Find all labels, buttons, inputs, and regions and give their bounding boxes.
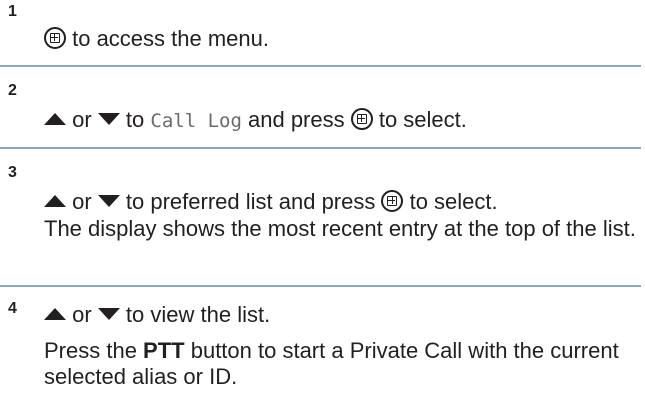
connector-or: or: [66, 107, 98, 132]
up-arrow-icon: [44, 113, 66, 125]
connector-to-preferred: to preferred list and press: [119, 189, 382, 214]
step-4-number: 4: [8, 300, 17, 317]
menu-ok-button-icon: [350, 108, 373, 130]
down-arrow-icon: [97, 113, 120, 125]
step-1-number: 1: [8, 3, 17, 20]
menu-ok-button-icon: [44, 27, 66, 49]
step-1-instruction: to access the menu.: [66, 26, 269, 51]
connector-to: to: [119, 107, 151, 132]
step-3-to-select: to select.: [403, 189, 498, 214]
up-arrow-icon: [44, 308, 66, 320]
connector-and-press: and press: [241, 107, 351, 132]
step-4-view-list: to view the list.: [119, 302, 271, 327]
step-2-to-select: to select.: [372, 107, 467, 132]
step-divider: [0, 147, 641, 149]
down-arrow-icon: [97, 195, 120, 207]
step-divider: [0, 285, 641, 287]
step-3-description: The display shows the most recent entry …: [44, 216, 636, 241]
connector-or: or: [66, 302, 98, 327]
step-4-text: or to view the list.: [44, 302, 270, 328]
menu-ok-button-icon: [381, 190, 404, 212]
step-3-text: or to preferred list and press to select…: [44, 189, 498, 215]
press-prefix: Press the: [44, 338, 144, 363]
connector-or: or: [66, 189, 98, 214]
step-1-text: to access the menu.: [44, 26, 269, 52]
down-arrow-icon: [97, 308, 120, 320]
step-2-number: 2: [8, 82, 17, 99]
up-arrow-icon: [44, 195, 66, 207]
step-4-ptt-instruction: Press the PTT button to start a Private …: [44, 338, 642, 390]
step-divider: [0, 65, 641, 67]
ptt-button-label: PTT: [143, 338, 185, 363]
menu-item-call-log: Call Log: [150, 110, 242, 132]
step-3-number: 3: [8, 164, 17, 181]
step-2-text: or to Call Log and press to select.: [44, 107, 467, 134]
